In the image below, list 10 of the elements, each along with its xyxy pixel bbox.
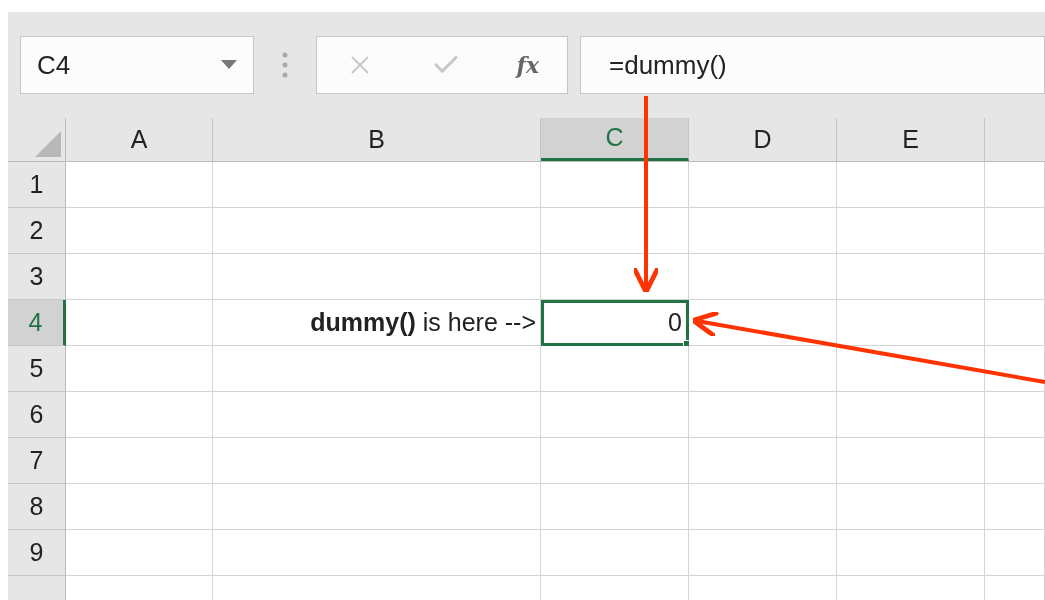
name-box[interactable]: C4 xyxy=(20,36,254,94)
column-header[interactable]: D xyxy=(689,118,837,161)
insert-function-button[interactable]: fx xyxy=(516,48,540,82)
column-header[interactable]: A xyxy=(66,118,213,161)
column-header[interactable]: E xyxy=(837,118,985,161)
row-header[interactable]: 4 xyxy=(8,300,66,346)
column-header[interactable]: C xyxy=(541,118,689,161)
formula-field[interactable]: =dummy() xyxy=(580,36,1045,94)
grid-cell[interactable]: dummy() is here --> xyxy=(213,300,541,346)
grid-cell[interactable]: 0 xyxy=(541,300,689,346)
